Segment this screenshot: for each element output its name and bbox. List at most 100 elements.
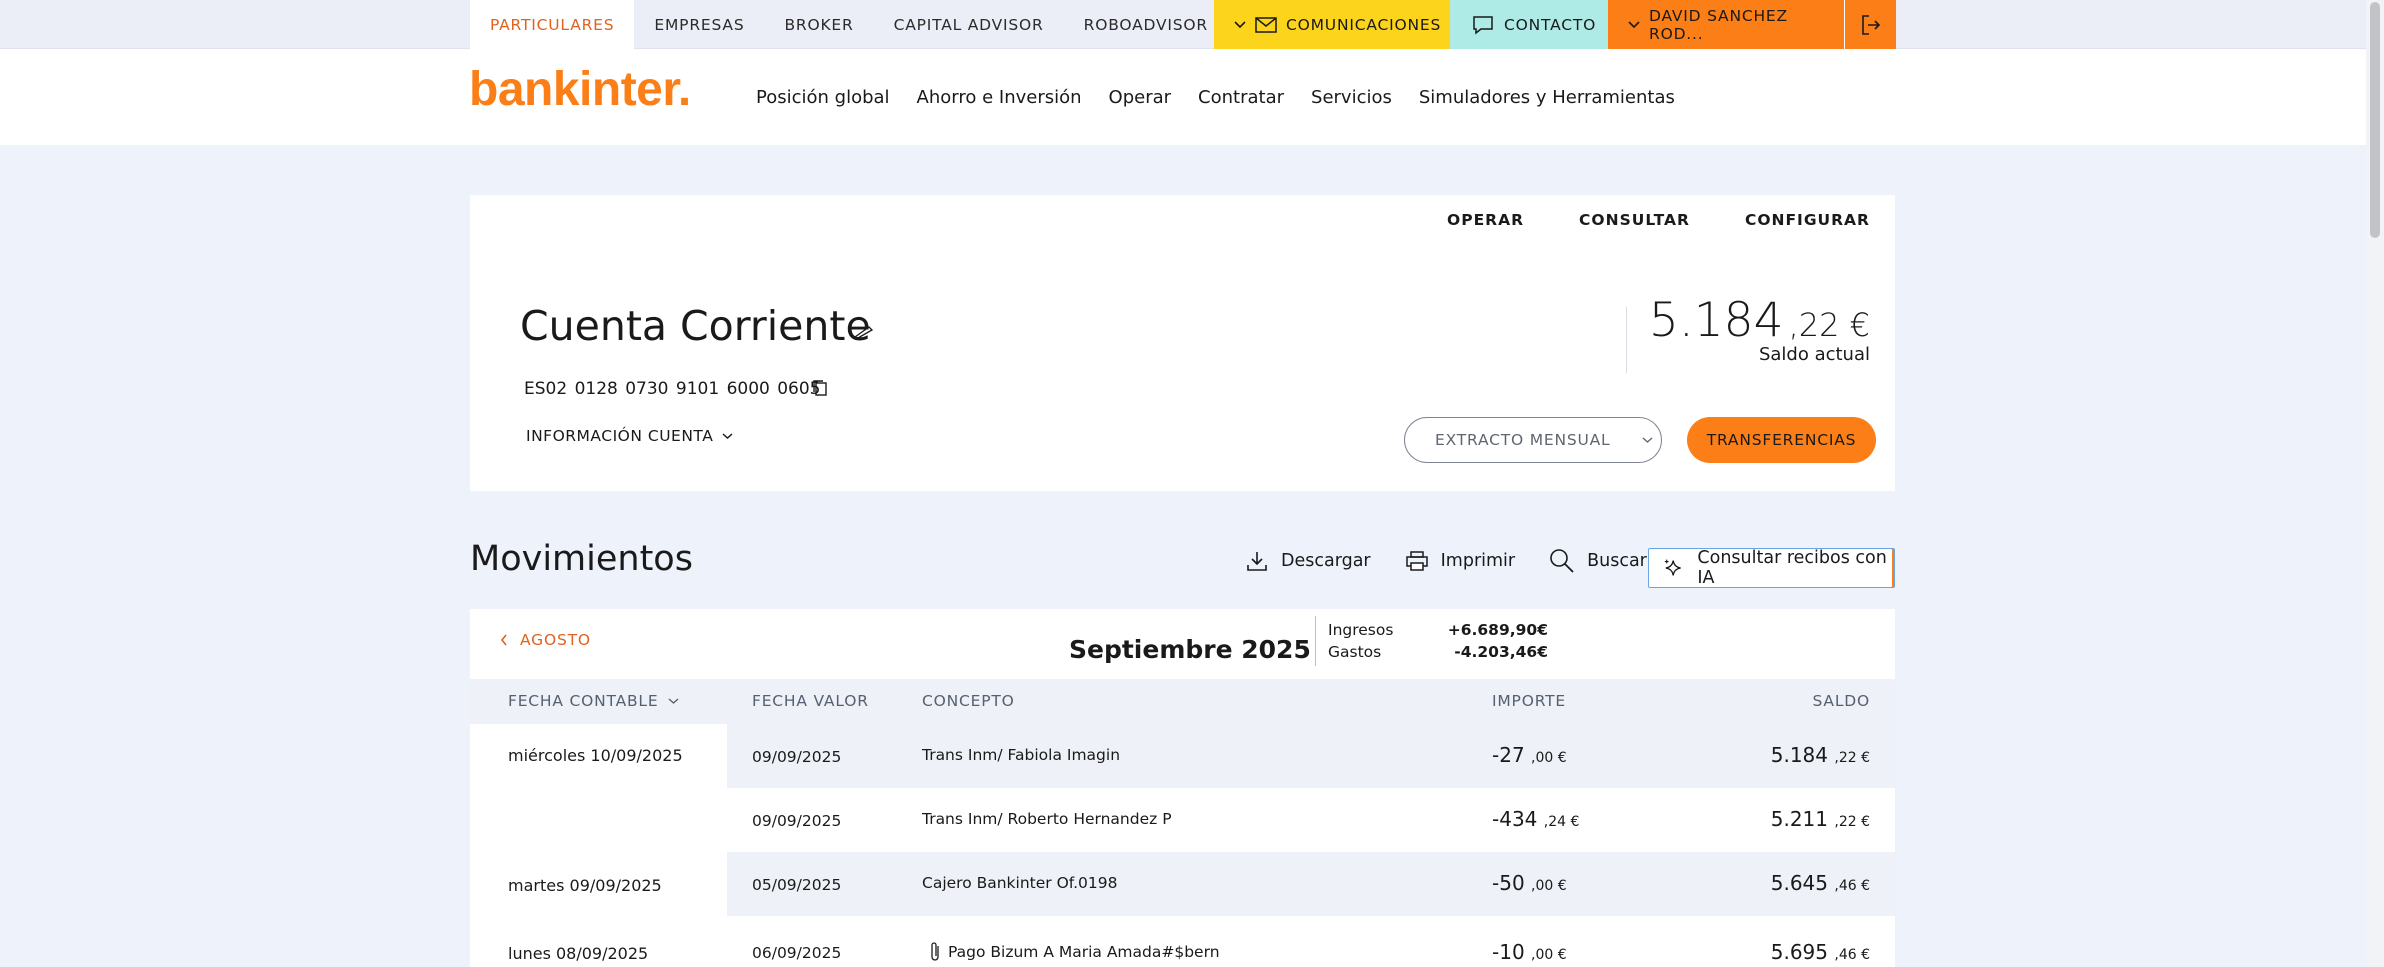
extracto-mensual-button[interactable]: EXTRACTO MENSUAL (1404, 417, 1662, 463)
segment-empresas[interactable]: EMPRESAS (634, 0, 764, 49)
segment-broker[interactable]: BROKER (764, 0, 873, 49)
extracto-label: EXTRACTO MENSUAL (1435, 431, 1611, 449)
row-value-date: 05/09/2025 (752, 876, 842, 894)
print-button[interactable]: Imprimir (1405, 550, 1515, 572)
row-concept[interactable]: Cajero Bankinter Of.0198 (922, 874, 1117, 892)
page-scrollbar-thumb[interactable] (2370, 2, 2380, 238)
nav-posicion-global[interactable]: Posición global (756, 87, 890, 108)
chevron-left-icon (500, 634, 507, 646)
search-button[interactable]: Buscar (1549, 548, 1647, 574)
row-concept[interactable]: Trans Inm/ Fabiola Imagin (922, 746, 1120, 764)
configurar-tab[interactable]: CONFIGURAR (1745, 211, 1870, 229)
mail-icon (1255, 16, 1277, 33)
balance-integer: 5.695 (1770, 940, 1829, 964)
edit-pencil-icon[interactable] (852, 323, 876, 339)
ia-label: Consultar recibos con IA (1697, 548, 1887, 588)
amount-decimals: ,00 € (1531, 878, 1567, 894)
chevron-down-icon (1628, 20, 1640, 28)
amount-decimals: ,00 € (1531, 947, 1567, 963)
chevron-down-icon (1643, 437, 1653, 443)
previous-month-label: AGOSTO (520, 631, 591, 649)
balance-divider (1626, 307, 1627, 373)
row-amount: -10 ,00 € (1492, 940, 1567, 964)
row-value-date: 06/09/2025 (752, 944, 842, 962)
table-row[interactable]: miércoles 10/09/2025 09/09/2025 Trans In… (470, 724, 1895, 788)
logout-button[interactable] (1844, 0, 1896, 49)
segment-nav: PARTICULARES EMPRESAS BROKER CAPITAL ADV… (470, 0, 1228, 49)
table-body: miércoles 10/09/2025 09/09/2025 Trans In… (470, 724, 1895, 967)
col-importe: IMPORTE (1492, 692, 1566, 710)
row-date: lunes 08/09/2025 (508, 944, 649, 963)
row-concept[interactable]: Trans Inm/ Roberto Hernandez P (922, 810, 1172, 828)
row-balance: 5.184 ,22 € (1771, 743, 1870, 767)
transferencias-button[interactable]: TRANSFERENCIAS (1687, 417, 1876, 463)
row-concept-text: Pago Bizum A Maria Amada#$bern (948, 943, 1220, 961)
nav-operar[interactable]: Operar (1109, 87, 1172, 108)
search-icon (1550, 549, 1574, 573)
summary-divider (1315, 616, 1316, 666)
comunicaciones-label: COMUNICACIONES (1286, 15, 1442, 34)
chevron-down-icon (1234, 20, 1246, 28)
row-balance: 5.645 ,46 € (1771, 871, 1870, 895)
printer-icon (1405, 551, 1428, 571)
table-row[interactable]: lunes 08/09/2025 06/09/2025 Pago Bizum A… (470, 916, 1895, 967)
consultar-tab[interactable]: CONSULTAR (1579, 211, 1690, 229)
row-background (727, 852, 1895, 916)
expense-value: -4.203,46€ (1454, 643, 1548, 661)
contacto-button[interactable]: CONTACTO (1450, 0, 1608, 49)
account-info-toggle[interactable]: INFORMACIÓN CUENTA (526, 427, 733, 445)
operar-tab[interactable]: OPERAR (1447, 211, 1524, 229)
nav-ahorro-inversion[interactable]: Ahorro e Inversión (917, 87, 1082, 108)
download-icon (1247, 552, 1267, 571)
chevron-down-icon (669, 698, 679, 704)
previous-month-button[interactable]: AGOSTO (500, 631, 591, 649)
search-label: Buscar (1587, 551, 1647, 571)
segment-capital-advisor[interactable]: CAPITAL ADVISOR (874, 0, 1064, 49)
col-concepto: CONCEPTO (922, 692, 1015, 710)
balance-integer: 5.645 (1770, 871, 1829, 895)
expense-label: Gastos (1328, 643, 1382, 661)
row-concept[interactable]: Pago Bizum A Maria Amada#$bern (928, 940, 1220, 964)
nav-contratar[interactable]: Contratar (1198, 87, 1284, 108)
account-actions: OPERAR CONSULTAR CONFIGURAR (1447, 211, 1870, 229)
utility-actions: COMUNICACIONES CONTACTO DAVID SANCHEZ RO… (1214, 0, 1896, 49)
row-amount: -434 ,24 € (1492, 807, 1579, 831)
row-concept-text: Trans Inm/ Roberto Hernandez P (922, 810, 1172, 828)
balance-integer: 5.184 (1648, 293, 1784, 348)
row-balance: 5.695 ,46 € (1771, 940, 1870, 964)
current-month: Septiembre 2025 (1069, 635, 1311, 664)
row-date: miércoles 10/09/2025 (508, 746, 683, 765)
download-button[interactable]: Descargar (1245, 549, 1371, 573)
amount-integer: -27 (1492, 743, 1525, 767)
balance-decimals: ,22 € (1788, 306, 1870, 344)
consultar-recibos-ia-button[interactable]: Consultar recibos con IA (1648, 548, 1895, 588)
table-row[interactable]: martes 09/09/2025 05/09/2025 Cajero Bank… (470, 852, 1895, 916)
row-background (727, 724, 1895, 788)
movements-title: Movimientos (470, 539, 693, 579)
col-fecha-contable[interactable]: FECHA CONTABLE (508, 692, 679, 710)
table-row[interactable]: 09/09/2025 Trans Inm/ Roberto Hernandez … (470, 788, 1895, 852)
income-value: +6.689,90€ (1447, 621, 1548, 639)
amount-decimals: ,00 € (1531, 750, 1567, 766)
download-label: Descargar (1281, 551, 1371, 571)
col-saldo: SALDO (1812, 692, 1870, 710)
col-fecha-contable-label: FECHA CONTABLE (508, 692, 659, 710)
user-menu-button[interactable]: DAVID SANCHEZ ROD... (1608, 0, 1844, 49)
sparkle-icon (1664, 559, 1681, 576)
print-label: Imprimir (1440, 551, 1516, 571)
row-background (727, 788, 1895, 852)
copy-icon[interactable] (812, 379, 828, 397)
balance-decimals: ,22 € (1834, 750, 1870, 766)
paperclip-icon[interactable] (928, 940, 942, 964)
nav-simuladores[interactable]: Simuladores y Herramientas (1419, 87, 1675, 108)
segment-particulares[interactable]: PARTICULARES (470, 0, 635, 49)
bankinter-logo[interactable]: bankinter. (469, 62, 691, 117)
month-bar: AGOSTO Septiembre 2025 Ingresos +6.689,9… (470, 609, 1895, 679)
balance-decimals: ,46 € (1834, 878, 1870, 894)
account-title: Cuenta Corriente (520, 302, 871, 350)
segment-roboadvisor[interactable]: ROBOADVISOR (1064, 0, 1228, 49)
date-cell (470, 788, 727, 852)
comunicaciones-button[interactable]: COMUNICACIONES (1214, 0, 1450, 49)
nav-servicios[interactable]: Servicios (1311, 87, 1392, 108)
account-iban: ES02 0128 0730 9101 6000 0605 (524, 379, 821, 399)
